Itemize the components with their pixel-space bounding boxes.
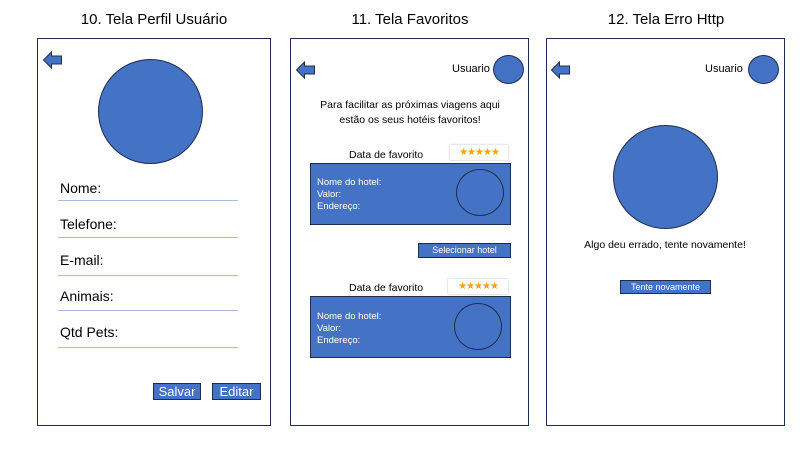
profile-avatar[interactable] (98, 59, 203, 164)
star-rating-icon: ★★★★★ (450, 145, 508, 160)
back-arrow-icon[interactable] (295, 60, 316, 80)
hotel-address-label: Endereço: (317, 335, 361, 346)
email-input[interactable] (58, 275, 238, 276)
user-avatar[interactable] (493, 55, 524, 84)
favorite-hotel-card[interactable]: Nome do hotel: Valor: Endereço: (310, 163, 511, 225)
pets-input[interactable] (58, 347, 238, 348)
back-arrow-icon[interactable] (42, 50, 63, 70)
error-message: Algo deu errado, tente novamente! (584, 239, 746, 251)
retry-button[interactable]: Tente novamente (620, 280, 711, 294)
name-input[interactable] (58, 200, 238, 201)
favorite-date-label: Data de favorito (349, 282, 424, 294)
field-label-animals: Animais: (60, 288, 114, 304)
field-label-name: Nome: (60, 180, 102, 196)
user-avatar[interactable] (748, 55, 779, 84)
user-label: Usuario (705, 63, 743, 75)
field-label-email: E-mail: (60, 252, 104, 268)
phone-input[interactable] (58, 237, 238, 238)
hotel-value-label: Valor: (317, 189, 342, 200)
intro-line-1: Para facilitar as próximas viagens aqui (320, 99, 500, 111)
favorite-date-label: Data de favorito (349, 149, 424, 161)
error-screen (546, 38, 785, 426)
screen-title-profile: 10. Tela Perfil Usuário (80, 11, 228, 28)
back-arrow-icon[interactable] (550, 60, 571, 80)
hotel-image (456, 169, 504, 216)
hotel-address-label: Endereço: (317, 201, 361, 212)
favorites-screen (290, 38, 529, 426)
animals-input[interactable] (58, 310, 238, 311)
intro-line-2: estão os seus hotéis favoritos! (339, 114, 481, 126)
screen-title-error: 12. Tela Erro Http (607, 11, 725, 28)
select-hotel-button[interactable]: Selecionar hotel (418, 243, 511, 258)
edit-button[interactable]: Editar (212, 383, 261, 400)
hotel-name-label: Nome do hotel: (317, 311, 382, 322)
screen-title-favorites: 11. Tela Favoritos (351, 11, 469, 28)
error-image (613, 125, 718, 229)
save-button[interactable]: Salvar (153, 383, 201, 400)
field-label-pets: Qtd Pets: (60, 324, 119, 340)
hotel-value-label: Valor: (317, 323, 342, 334)
field-label-phone: Telefone: (60, 216, 117, 232)
hotel-image (454, 303, 502, 350)
hotel-name-label: Nome do hotel: (317, 177, 382, 188)
favorite-hotel-card[interactable]: Nome do hotel: Valor: Endereço: (310, 296, 511, 358)
user-label: Usuario (452, 63, 490, 75)
star-rating-icon: ★★★★★ (448, 279, 508, 294)
